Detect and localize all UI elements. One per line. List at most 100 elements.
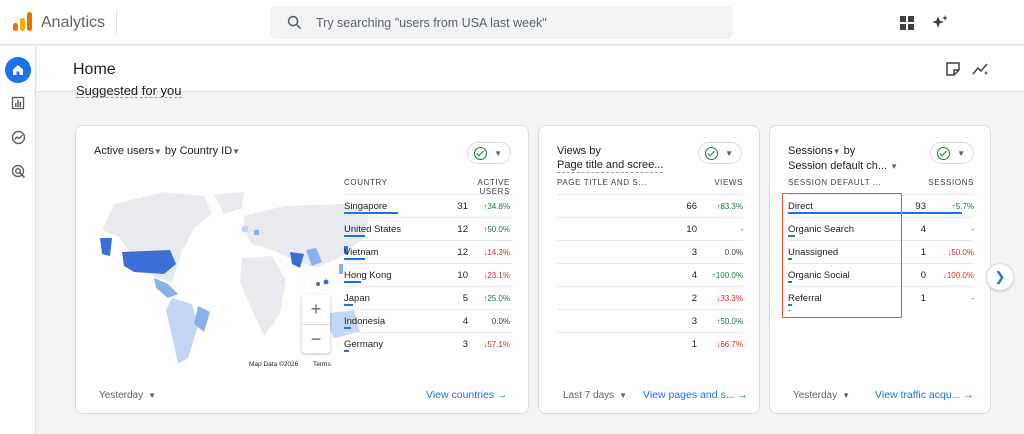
view-traffic-link[interactable]: View traffic acqu... → — [875, 389, 974, 401]
map-terms-link[interactable]: Terms — [313, 361, 331, 368]
section-title[interactable]: Suggested for you — [76, 86, 182, 98]
card-title[interactable]: Views by Page title and scree... — [557, 144, 664, 173]
row-value: 3 — [691, 247, 697, 258]
date-range-select[interactable]: Last 7 days ▼ — [563, 390, 627, 401]
insight-check-button[interactable]: ▼ — [467, 142, 511, 164]
nav-explore[interactable] — [5, 124, 31, 150]
arrow-right-icon: → — [963, 389, 974, 401]
date-range-select[interactable]: Yesterday ▼ — [99, 390, 156, 401]
arrow-right-icon: → — [497, 389, 508, 401]
insights-icon[interactable] — [972, 60, 990, 78]
column-header[interactable]: SESSIONS — [920, 178, 974, 187]
table-row[interactable]: Indonesia 4 0.0% — [344, 309, 512, 332]
insight-check-button[interactable]: ▼ — [698, 142, 742, 164]
column-header[interactable]: SESSION DEFAULT ... — [788, 178, 881, 187]
view-pages-link[interactable]: View pages and s... → — [643, 389, 748, 401]
chevron-down-icon: ▼ — [839, 391, 851, 400]
nav-advertising[interactable] — [5, 158, 31, 184]
row-change: - — [699, 225, 743, 234]
chevron-down-icon: ▼ — [616, 391, 628, 400]
row-change: ↓66.7% — [699, 340, 743, 349]
nav-home[interactable] — [5, 57, 31, 83]
table-row[interactable]: 66 ↑83.3% — [557, 194, 743, 217]
card-views: Views by Page title and scree... ▼ PAGE T… — [538, 125, 760, 414]
row-value: 66 — [686, 201, 697, 212]
change-text: 0.0% — [491, 317, 510, 326]
chevron-down-icon: ▼ — [725, 149, 733, 158]
zoom-out-button[interactable]: − — [302, 324, 330, 353]
row-change: ↑5.7% — [930, 202, 974, 211]
app-title: Analytics — [41, 14, 106, 31]
table-row[interactable]: Hong Kong 10 ↓23.1% — [344, 263, 512, 286]
row-value: 0 — [920, 270, 926, 281]
search-bar[interactable] — [270, 6, 733, 39]
table-row[interactable]: 3 0.0% — [557, 240, 743, 263]
column-header[interactable]: VIEWS — [689, 178, 743, 187]
notes-icon[interactable] — [944, 60, 962, 78]
row-value: 2 — [691, 293, 697, 304]
row-change: ↓50.0% — [930, 248, 974, 257]
row-value: 1 — [691, 339, 697, 350]
change-text: 66.7% — [720, 340, 743, 349]
table-row[interactable]: 2 ↓33.3% — [557, 286, 743, 309]
apps-grid-icon[interactable] — [898, 14, 916, 32]
row-change: ↓57.1% — [472, 340, 510, 349]
check-circle-icon — [474, 147, 487, 160]
table-row[interactable]: Vietnam 12 ↓14.3% — [344, 240, 512, 263]
card-active-users: Active users▼ by Country ID▼ ▼ Map Data … — [75, 125, 529, 414]
table-row[interactable]: 4 ↑100.0% — [557, 263, 743, 286]
search-input[interactable] — [316, 10, 716, 35]
row-value: 12 — [457, 224, 468, 235]
change-text: 23.1% — [487, 271, 510, 280]
card-title[interactable]: Sessions▼ by Session default ch... ▼ — [788, 144, 898, 174]
row-value: 31 — [457, 201, 468, 212]
world-map[interactable] — [94, 186, 384, 366]
row-value: 5 — [462, 293, 468, 304]
row-bar — [344, 258, 366, 260]
row-value: 10 — [457, 270, 468, 281]
row-value: 3 — [462, 339, 468, 350]
change-text: 25.0% — [487, 294, 510, 303]
column-header[interactable]: PAGE TITLE AND S... — [557, 178, 647, 187]
change-text: 33.3% — [720, 294, 743, 303]
page-header: Home — [37, 46, 1024, 92]
table-row[interactable]: 10 - — [557, 217, 743, 240]
row-label: Indonesia — [344, 316, 386, 327]
row-value: 4 — [462, 316, 468, 327]
row-value: 4 — [920, 224, 926, 235]
search-icon — [287, 15, 302, 30]
dropdown-icon: ▼ — [890, 162, 899, 171]
row-change: ↑83.3% — [699, 202, 743, 211]
table-row[interactable]: Germany 3 ↓57.1% — [344, 332, 512, 355]
date-range-select[interactable]: Yesterday ▼ — [793, 390, 850, 401]
nav-reports[interactable] — [5, 90, 31, 116]
change-text: 0.0% — [724, 248, 743, 257]
column-header[interactable]: COUNTRY — [344, 178, 388, 187]
row-change: ↓23.1% — [472, 271, 510, 280]
dropdown-icon: ▼ — [832, 147, 841, 156]
sparkle-icon[interactable] — [931, 14, 949, 32]
change-text: 50.0% — [951, 248, 974, 257]
table-row[interactable]: Japan 5 ↑25.0% — [344, 286, 512, 309]
home-icon — [13, 65, 23, 75]
chevron-down-icon: ▼ — [494, 149, 502, 158]
row-change: ↑50.0% — [699, 317, 743, 326]
zoom-in-button[interactable]: + — [302, 295, 330, 324]
advertising-icon — [11, 164, 25, 178]
row-bar — [344, 281, 362, 283]
table-row[interactable]: Singapore 31 ↑34.8% — [344, 194, 512, 217]
chevron-right-icon: ❯ — [994, 269, 1006, 284]
change-text: 5.7% — [955, 202, 974, 211]
view-countries-link[interactable]: View countries → — [426, 389, 508, 401]
card-title[interactable]: Active users▼ by Country ID▼ — [94, 144, 240, 159]
table-row[interactable]: United States 12 ↑50.0% — [344, 217, 512, 240]
insight-check-button[interactable]: ▼ — [930, 142, 974, 164]
analytics-logo-icon[interactable] — [10, 10, 34, 34]
row-change: 0.0% — [472, 317, 510, 326]
table-row[interactable]: 1 ↓66.7% — [557, 332, 743, 355]
row-change: ↑25.0% — [472, 294, 510, 303]
next-cards-button[interactable]: ❯ — [986, 263, 1014, 291]
row-change: ↓33.3% — [699, 294, 743, 303]
table-row[interactable]: 3 ↑50.0% — [557, 309, 743, 332]
page-title: Home — [73, 61, 116, 78]
